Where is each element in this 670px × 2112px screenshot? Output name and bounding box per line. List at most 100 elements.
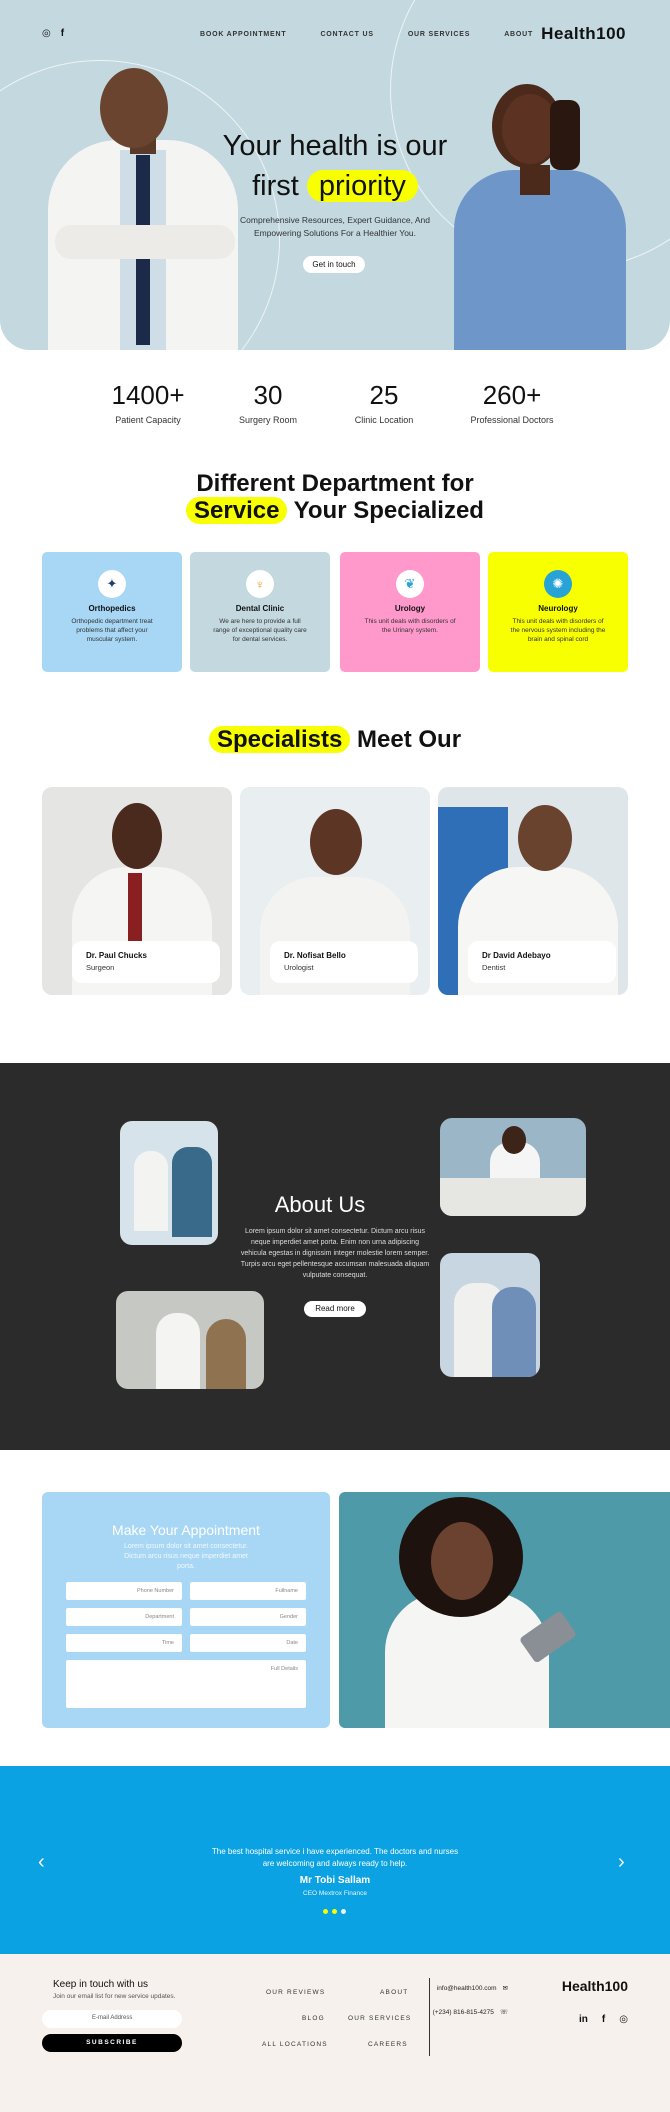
facebook-icon[interactable]: f [602, 2014, 605, 2025]
about-photo [120, 1121, 218, 1245]
gender-field[interactable]: Gender [190, 1608, 306, 1626]
date-field[interactable]: Date [190, 1634, 306, 1652]
department-card-urology[interactable]: ❦ Urology This unit deals with disorders… [340, 552, 480, 672]
brand-logo[interactable]: Health100 [541, 24, 626, 44]
linkedin-icon[interactable]: in [579, 2014, 588, 2025]
specialist-name: Dr David Adebayo [482, 951, 551, 960]
facebook-icon[interactable]: f [61, 28, 64, 39]
get-in-touch-button[interactable]: Get in touch [303, 256, 365, 273]
department-desc: We are here to provide a full range of e… [213, 618, 307, 643]
department-desc: This unit deals with disorders of the Ur… [364, 618, 456, 634]
doctor-head [310, 809, 362, 875]
chevron-right-icon[interactable]: › [618, 1851, 625, 1874]
specialist-name: Dr. Nofisat Bello [284, 951, 346, 960]
department-desc: This unit deals with disorders of the ne… [510, 618, 606, 643]
hero-section: Health100 ABOUT OUR SERVICES CONTACT US … [0, 0, 670, 350]
department-field[interactable]: Department [66, 1608, 182, 1626]
chevron-left-icon[interactable]: ‹ [38, 1851, 45, 1874]
newsletter-email-input[interactable]: E-mail Address [42, 2010, 182, 2028]
details-textarea[interactable]: Full Details [66, 1660, 306, 1708]
about-photo [440, 1118, 586, 1216]
specialist-card[interactable]: Dr. Paul Chucks Surgeon [42, 787, 232, 995]
specialist-role: Dentist [482, 963, 506, 972]
testimonial-name: Mr Tobi Sallam [299, 1875, 371, 1886]
departments-title-line1: Different Department for [196, 470, 474, 497]
read-more-button[interactable]: Read more [304, 1301, 366, 1317]
carousel-dot[interactable] [341, 1909, 346, 1914]
footer-link-locations[interactable]: ALL LOCATIONS [262, 2041, 328, 2048]
hero-subtitle: Comprehensive Resources, Expert Guidance… [240, 215, 430, 238]
footer-phone-text: (+234) 816-815-4275 [432, 2008, 494, 2016]
footer-divider [429, 1978, 430, 2056]
department-card-neurology[interactable]: ✺ Neurology This unit deals with disorde… [488, 552, 628, 672]
about-section: About Us Lorem ipsum dolor sit amet cons… [0, 1063, 670, 1450]
footer-phone[interactable]: (+234) 816-815-4275 ☏ [432, 2008, 508, 2017]
bone-icon: ✦ [98, 570, 126, 598]
newsletter-title: Keep in touch with us [53, 1979, 149, 1990]
specialist-info-card: Dr David Adebayo Dentist [468, 941, 616, 983]
specialist-card[interactable]: Dr David Adebayo Dentist [438, 787, 628, 995]
hero-title-word: first [252, 170, 299, 202]
footer-link-careers[interactable]: CAREERS [368, 2041, 408, 2048]
departments-title: Different Department for Service Your Sp… [0, 470, 670, 524]
footer-link-about[interactable]: ABOUT [380, 1989, 408, 1996]
department-name: Orthopedics [88, 604, 136, 613]
instagram-icon[interactable]: ◎ [619, 2014, 628, 2025]
stat-value: 25 [369, 380, 399, 410]
footer-link-services[interactable]: OUR SERVICES [348, 2015, 411, 2022]
department-name: Dental Clinic [235, 604, 285, 613]
nav-links: ABOUT OUR SERVICES CONTACT US BOOK APPOI… [200, 31, 533, 38]
specialist-role: Surgeon [86, 963, 115, 972]
fullname-field[interactable]: Fullname [190, 1582, 306, 1600]
hero-title-line1: Your health is our [222, 130, 448, 162]
appointment-subtitle: Lorem ipsum dolor sit amet consectetur. … [123, 1543, 249, 1570]
appointment-title: Make Your Appointment [112, 1522, 260, 1538]
footer-link-blog[interactable]: BLOG [302, 2015, 325, 2022]
about-photo [440, 1253, 540, 1377]
stat-item: 260+ Professional Doctors [452, 380, 572, 425]
departments-title-line2: Your Specialized [293, 497, 484, 524]
nav-link-services[interactable]: OUR SERVICES [408, 31, 470, 38]
nav-link-appointment[interactable]: BOOK APPOINTMENT [200, 31, 286, 38]
subscribe-button[interactable]: SUBSCRIBE [42, 2034, 182, 2052]
specialist-info-card: Dr. Paul Chucks Surgeon [72, 941, 220, 983]
hero-title-highlight: priority [306, 170, 418, 202]
testimonial-quote: The best hospital service i have experie… [211, 1847, 459, 1868]
nav-social: ◎ f [42, 28, 64, 39]
mail-icon: ✉ [502, 1985, 508, 1992]
hero-title: Your health is our first priority [150, 126, 520, 206]
specialist-role: Urologist [284, 963, 314, 972]
nav-link-about[interactable]: ABOUT [504, 31, 533, 38]
stat-label: Patient Capacity [115, 415, 181, 425]
phone-icon: ☏ [499, 2009, 508, 2016]
stats-row: 260+ Professional Doctors 25 Clinic Loca… [0, 380, 670, 440]
kidney-icon: ❦ [396, 570, 424, 598]
department-card-dental[interactable]: ♆ Dental Clinic We are here to provide a… [190, 552, 330, 672]
doctor-head [518, 805, 572, 871]
about-title: About Us [274, 1192, 366, 1217]
footer-email[interactable]: info@health100.com ✉ [437, 1984, 508, 1993]
stat-value: 1400+ [111, 380, 185, 410]
phone-field[interactable]: Phone Number [66, 1582, 182, 1600]
tooth-icon: ♆ [246, 570, 274, 598]
stat-item: 25 Clinic Location [324, 380, 444, 425]
footer-brand[interactable]: Health100 [562, 1978, 628, 1994]
specialist-card[interactable]: Dr. Nofisat Bello Urologist [240, 787, 430, 995]
newsletter-subtitle: Join our email list for new service upda… [53, 1993, 176, 2000]
appointment-form: Make Your Appointment Lorem ipsum dolor … [42, 1492, 330, 1728]
carousel-dot[interactable] [323, 1909, 328, 1914]
carousel-dot[interactable] [332, 1909, 337, 1914]
instagram-icon[interactable]: ◎ [42, 28, 51, 39]
time-field[interactable]: Time [66, 1634, 182, 1652]
specialist-name: Dr. Paul Chucks [86, 951, 147, 960]
department-name: Neurology [538, 604, 578, 613]
testimonial-role: CEO Mextrox Finance [303, 1890, 367, 1897]
department-card-orthopedics[interactable]: ✦ Orthopedics Orthopedic department trea… [42, 552, 182, 672]
about-text: Lorem ipsum dolor sit amet consectetur. … [240, 1228, 430, 1279]
footer-link-reviews[interactable]: OUR REVIEWS [266, 1989, 325, 1996]
specialists-title: Specialists Meet Our [0, 726, 670, 753]
specialists-title-prefix: Meet Our [357, 726, 462, 753]
nav-link-contact[interactable]: CONTACT US [320, 31, 373, 38]
appointment-doctor-image [339, 1492, 670, 1728]
stat-label: Surgery Room [238, 415, 298, 425]
